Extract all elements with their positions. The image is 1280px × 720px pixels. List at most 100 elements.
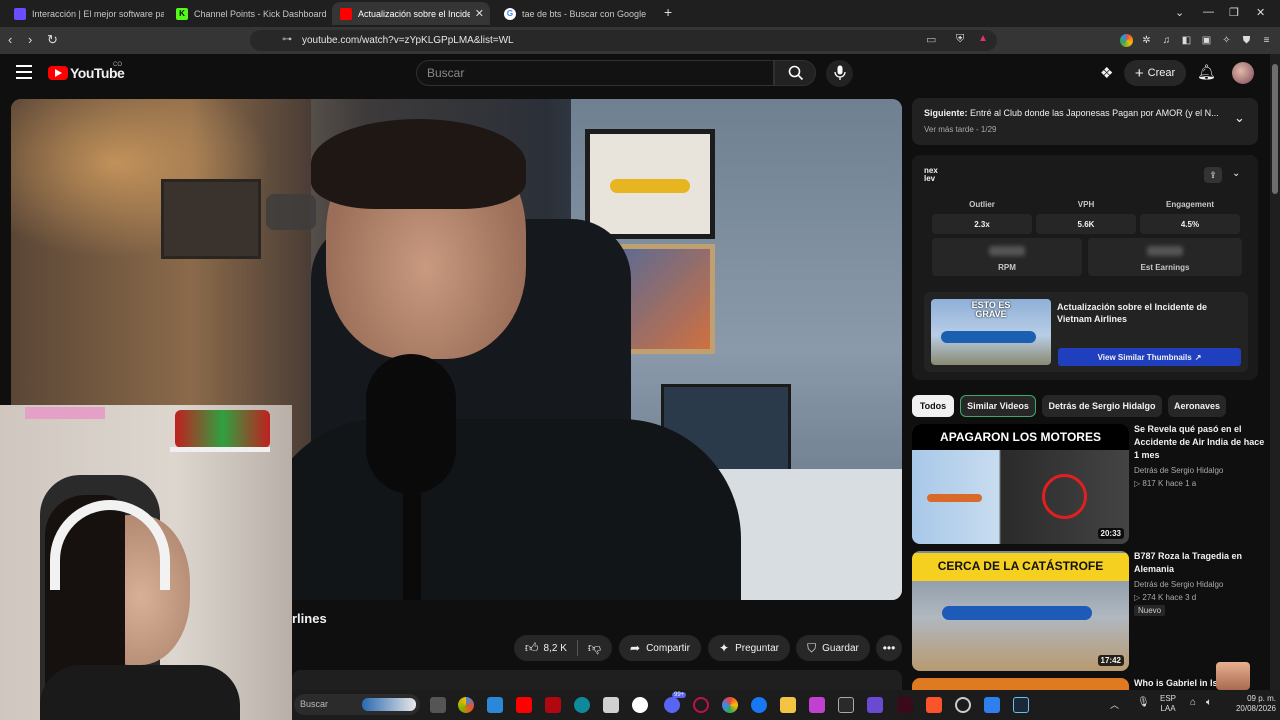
url-text[interactable]: youtube.com/watch?v=zYpKLGPpLMA&list=WL xyxy=(302,35,514,46)
wallet-icon[interactable]: ▣ xyxy=(1200,34,1213,47)
back-icon[interactable]: ‹ xyxy=(8,32,12,47)
network-icon[interactable]: ⌂ xyxy=(1190,697,1196,708)
thumbs-down-icon[interactable]: 👎︎ xyxy=(588,640,601,656)
app-blue-icon[interactable] xyxy=(984,697,1000,713)
wall-frame-left xyxy=(161,179,261,259)
related-thumbnail[interactable]: APAGARON LOS MOTORES 20:33 xyxy=(912,424,1129,544)
more-actions-button[interactable]: ••• xyxy=(876,635,902,661)
steam-icon[interactable] xyxy=(1013,697,1029,713)
chip-todos[interactable]: Todos xyxy=(912,395,954,417)
youtube-taskbar-icon[interactable] xyxy=(516,697,532,713)
chevron-down-icon[interactable]: ⌄ xyxy=(1234,110,1245,126)
outlook-icon[interactable] xyxy=(603,697,619,713)
tab-google-search[interactable]: G tae de bts - Buscar con Google xyxy=(496,2,654,25)
tray-chevron-icon[interactable]: ︿ xyxy=(1110,698,1119,711)
nexlev-extension-icon[interactable]: ❖ xyxy=(1100,64,1113,82)
volume-icon[interactable]: 🔈︎ xyxy=(1206,697,1212,708)
task-view-icon[interactable] xyxy=(430,697,446,713)
extension-color-icon[interactable] xyxy=(1120,34,1133,47)
plush-toys-shelf xyxy=(175,410,270,448)
taskbar-search[interactable]: Buscar xyxy=(294,694,420,715)
music-icon[interactable]: ♫ xyxy=(1160,34,1173,47)
brave-taskbar-icon[interactable] xyxy=(926,697,942,713)
chip-aeronaves[interactable]: Aeronaves xyxy=(1168,395,1226,417)
related-thumbnail[interactable]: CERCA DE LA CATÁSTROFE 17:42 xyxy=(912,551,1129,671)
create-button[interactable]: + Crear xyxy=(1124,60,1186,86)
brave-rewards-icon[interactable]: ▲ xyxy=(978,33,988,44)
leo-ai-icon[interactable]: ✧ xyxy=(1220,34,1233,47)
file-explorer-icon[interactable] xyxy=(780,697,796,713)
app-purple-icon[interactable] xyxy=(809,697,825,713)
like-divider xyxy=(576,640,578,656)
url-box[interactable]: ⊶ youtube.com/watch?v=zYpKLGPpLMA&list=W… xyxy=(250,30,997,51)
avatar[interactable] xyxy=(1232,62,1254,84)
cast-icon[interactable]: ▭ xyxy=(926,33,936,46)
language-indicator[interactable]: ESP LAA xyxy=(1160,694,1176,714)
microsoft-store-icon[interactable] xyxy=(487,697,503,713)
app-violet-icon[interactable] xyxy=(867,697,883,713)
clock[interactable]: 09 p. m. 20/08/2026 xyxy=(1224,694,1276,714)
up-next-panel[interactable]: Siguiente: Entré al Club donde las Japon… xyxy=(912,98,1258,145)
tab-interaccion[interactable]: Interacción | El mejor software para p xyxy=(6,2,164,25)
chrome-icon[interactable] xyxy=(722,697,738,713)
voice-search-button[interactable] xyxy=(826,60,853,87)
search-box[interactable] xyxy=(416,60,774,86)
new-badge: Nuevo xyxy=(1134,605,1166,616)
metric-value-outlier: 2.3x xyxy=(932,214,1032,234)
close-window-icon[interactable]: ✕ xyxy=(1256,6,1265,19)
obs-icon[interactable] xyxy=(955,697,971,713)
ask-button[interactable]: ✦ Preguntar xyxy=(708,635,790,661)
related-title[interactable]: B787 Roza la Tragedia en Alemania xyxy=(1134,550,1268,576)
export-icon[interactable]: ⇪ xyxy=(1204,167,1222,183)
vpn-icon[interactable]: ⛊ xyxy=(1240,34,1253,47)
hamburger-menu-icon[interactable] xyxy=(16,65,32,79)
close-tab-icon[interactable]: ✕ xyxy=(475,7,484,20)
pink-poster xyxy=(25,407,105,419)
search-input[interactable] xyxy=(427,66,757,80)
menu-icon[interactable]: ≡ xyxy=(1260,34,1273,47)
like-button[interactable]: 👍︎ 8,2 K xyxy=(525,640,567,656)
person-hair xyxy=(311,119,526,209)
brave-shield-icon[interactable]: ⛨ xyxy=(956,33,964,46)
sidebar-icon[interactable]: ◧ xyxy=(1180,34,1193,47)
search-button[interactable] xyxy=(774,60,816,86)
save-button[interactable]: ⛉ Guardar xyxy=(796,635,870,661)
related-thumbnail[interactable] xyxy=(912,678,1129,690)
collapse-chevron-icon[interactable]: ⌄ xyxy=(1232,168,1240,179)
settings-icon[interactable] xyxy=(632,697,648,713)
nexlev-thumbnail[interactable]: ESTO ES GRAVE xyxy=(931,299,1051,365)
discord-icon[interactable] xyxy=(664,697,680,713)
small-webcam-avatar xyxy=(1216,662,1250,690)
maximize-icon[interactable]: ❐ xyxy=(1229,6,1239,19)
share-button[interactable]: ➦ Compartir xyxy=(619,635,701,661)
view-similar-thumbnails-button[interactable]: View Similar Thumbnails ↗ xyxy=(1058,348,1241,366)
facebook-icon[interactable] xyxy=(751,697,767,713)
tray-mic-icon[interactable]: 🎙︎ xyxy=(1137,697,1150,708)
related-channel[interactable]: Detrás de Sergio Hidalgo xyxy=(1134,578,1223,591)
app-white-icon[interactable] xyxy=(838,697,854,713)
airplane-shape xyxy=(927,494,982,502)
related-title[interactable]: Se Revela qué pasó en el Accidente de Ai… xyxy=(1134,423,1268,462)
site-info-icon[interactable]: ⊶ xyxy=(282,34,292,45)
tab-youtube-active[interactable]: Actualización sobre el Incidente ✕ xyxy=(332,2,490,25)
minimize-icon[interactable]: — xyxy=(1203,6,1214,18)
forward-icon[interactable]: › xyxy=(28,32,32,47)
page-scrollbar[interactable] xyxy=(1270,54,1280,690)
netflix-icon[interactable] xyxy=(545,697,561,713)
related-channel[interactable]: Detrás de Sergio Hidalgo xyxy=(1134,464,1223,477)
chip-detras-de-sergio[interactable]: Detrás de Sergio Hidalgo xyxy=(1042,395,1162,417)
edge-icon[interactable] xyxy=(574,697,590,713)
app-m-icon[interactable] xyxy=(897,697,913,713)
new-tab-icon[interactable]: + xyxy=(664,4,672,20)
puzzle-icon[interactable]: ✲ xyxy=(1140,34,1153,47)
tab-kick-dashboard[interactable]: K Channel Points - Kick Dashboard xyxy=(168,2,326,25)
description-box[interactable] xyxy=(292,670,902,690)
tab-list-chevron-icon[interactable]: ⌄ xyxy=(1175,6,1184,19)
chip-similar-videos[interactable]: Similar Videos xyxy=(960,395,1036,417)
copilot-icon[interactable] xyxy=(458,697,474,713)
youtube-play-logo-icon xyxy=(48,66,68,80)
reload-icon[interactable]: ↻ xyxy=(47,32,58,48)
notifications-bell-icon[interactable]: 🔔︎ xyxy=(1197,63,1216,81)
opera-gx-icon[interactable] xyxy=(693,697,709,713)
scrollbar-thumb[interactable] xyxy=(1272,64,1278,194)
